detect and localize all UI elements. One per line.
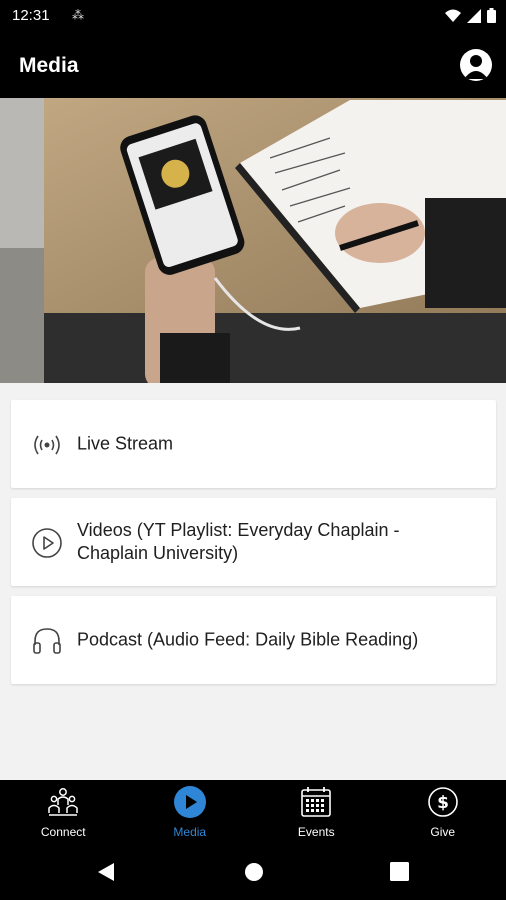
svg-text:$: $ (437, 793, 449, 813)
nav-item-media[interactable]: Media (127, 780, 254, 844)
nav-label: Give (430, 825, 456, 839)
signal-icon (467, 8, 481, 23)
headphones-icon (33, 628, 61, 654)
status-time: 12:31 (12, 7, 50, 24)
app-bar: Media (0, 32, 506, 98)
nav-label: Events (297, 825, 335, 839)
media-list: Live Stream Videos (YT Playlist: Everyda… (11, 400, 496, 694)
nav-item-give[interactable]: $ Give (380, 780, 506, 844)
people-icon (48, 788, 78, 816)
list-item-podcast[interactable]: Podcast (Audio Feed: Daily Bible Reading… (11, 596, 496, 684)
list-item-videos[interactable]: Videos (YT Playlist: Everyday Chaplain -… (11, 498, 496, 586)
wifi-icon (445, 9, 461, 22)
nav-label: Connect (40, 825, 86, 839)
profile-button[interactable] (460, 49, 492, 81)
system-nav-bar (0, 844, 506, 900)
battery-icon (487, 8, 496, 23)
calendar-icon (301, 787, 332, 817)
page-title: Media (19, 54, 79, 77)
recents-icon[interactable] (390, 862, 409, 881)
nav-item-connect[interactable]: Connect (0, 780, 127, 844)
home-icon[interactable] (244, 862, 264, 882)
play-icon (173, 786, 206, 818)
back-icon[interactable] (96, 862, 116, 882)
play-circle-icon (32, 528, 62, 558)
list-item-label: Podcast (Audio Feed: Daily Bible Reading… (77, 629, 419, 650)
hero-illustration (0, 98, 506, 383)
dollar-icon: $ (427, 787, 458, 817)
list-item-label: Videos (YT Playlist: Everyday Chaplain -… (77, 520, 400, 563)
broadcast-icon (34, 435, 60, 455)
list-item-live-stream[interactable]: Live Stream (11, 400, 496, 488)
user-icon (464, 55, 488, 79)
notification-icon: ⁂ (72, 8, 84, 22)
status-bar: 12:31 ⁂ (0, 0, 506, 32)
hero-image (0, 98, 506, 383)
bottom-nav: Connect Media Events $ Give (0, 780, 506, 844)
nav-label: Media (173, 825, 207, 839)
list-item-label: Live Stream (77, 433, 174, 454)
nav-item-events[interactable]: Events (253, 780, 380, 844)
status-icons (445, 8, 496, 23)
